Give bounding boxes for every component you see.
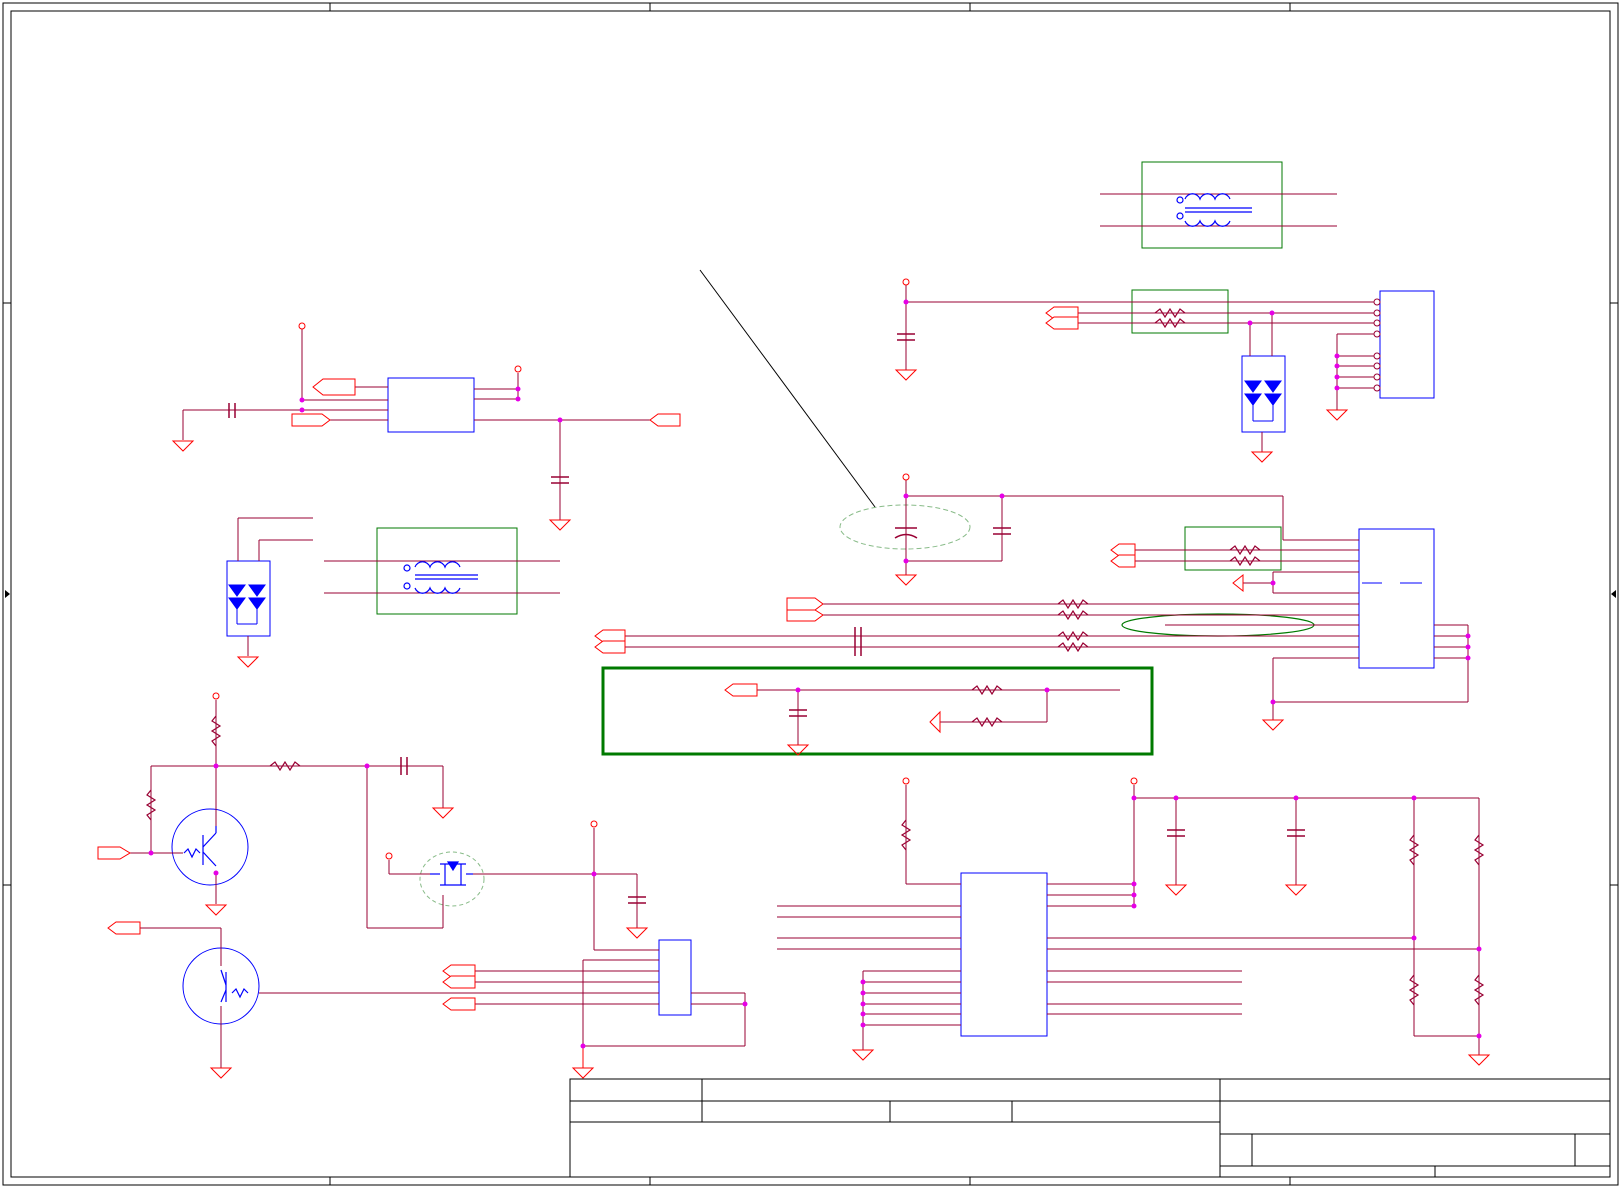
offpage-connectors [97, 306, 1244, 1011]
filter-highlight-box [601, 666, 1154, 756]
ground-icon [571, 1067, 595, 1079]
offpage-connector [442, 964, 476, 978]
ground-icon [1164, 884, 1188, 896]
ground-symbols [171, 369, 1491, 1079]
power-pins [212, 278, 1138, 860]
offpage-connector [1232, 573, 1244, 593]
dashed-capacitor-highlight [839, 504, 971, 550]
schematic-canvas [2, 2, 1619, 1186]
offpage-connector [594, 629, 626, 643]
offpage-connector [786, 609, 824, 622]
offpage-connector [724, 683, 758, 697]
ground-icon [1284, 884, 1308, 896]
ground-icon [236, 656, 260, 668]
ic-bodies [171, 290, 1435, 1037]
ground-icon [1261, 719, 1285, 731]
schematic-sheet [0, 0, 1621, 1189]
ground-icon [548, 519, 572, 531]
power-pin [590, 820, 598, 828]
annotation-leader-line [699, 269, 876, 508]
ground-icon [851, 1049, 875, 1061]
usb-connector-pins [1373, 298, 1381, 392]
offpage-connector [312, 378, 356, 396]
ground-icon [894, 369, 918, 381]
power-pin [1130, 777, 1138, 785]
connector-usb [1379, 290, 1435, 399]
capacitor-signal-series [854, 627, 862, 656]
offpage-connector [786, 597, 824, 611]
common-mode-choke-box-left [376, 527, 518, 615]
common-mode-choke-box-top [1141, 161, 1283, 249]
common-mode-choke-top [1176, 193, 1252, 227]
transistor-npn-lower-symbol [220, 969, 249, 1003]
offpage-connector [929, 710, 941, 734]
resistor-box-mid [1184, 526, 1282, 571]
esd-diodes-top [1244, 380, 1282, 422]
ground-icon [1250, 451, 1274, 463]
ground-icon [171, 440, 195, 452]
ground-icon [625, 927, 649, 939]
ic-bottom-small [658, 939, 692, 1016]
offpage-connector [107, 921, 141, 935]
power-pin [902, 473, 910, 481]
power-pin [902, 777, 910, 785]
dashed-mosfet-highlight [419, 851, 485, 907]
offpage-connector [1045, 316, 1079, 330]
zone-marker-left [5, 590, 10, 598]
offpage-connector [649, 413, 681, 427]
sheet-frame [2, 2, 1619, 1186]
highlight-boxes [376, 161, 1315, 907]
ic-top-left [387, 377, 475, 433]
ground-icon [1325, 409, 1349, 421]
offpage-connector [1110, 543, 1136, 557]
ground-icon [1467, 1054, 1491, 1066]
ground-icon [431, 807, 455, 819]
zone-marker-right [1611, 590, 1616, 598]
offpage-connector [442, 997, 476, 1011]
power-pin [902, 278, 910, 286]
offpage-connector [442, 975, 476, 989]
transistor-npn-upper-symbol [183, 826, 217, 867]
junction-dots [148, 299, 1482, 1049]
transistor-npn-upper [171, 808, 249, 886]
connector-mid-right [1358, 528, 1435, 669]
offpage-connector [291, 413, 331, 427]
power-pin [212, 692, 220, 700]
power-pin [385, 852, 393, 860]
title-block [569, 1078, 1611, 1178]
ground-icon [204, 904, 228, 916]
esd-diodes-left [228, 584, 266, 625]
resistors [145, 307, 1485, 1006]
wires [130, 193, 1480, 1068]
power-pin [514, 365, 522, 373]
ground-icon [209, 1067, 233, 1079]
ground-icon [894, 574, 918, 586]
offpage-connector [1110, 554, 1136, 568]
resistor-box-usb [1131, 289, 1229, 334]
mosfet-symbol [430, 861, 473, 886]
offpage-connector [97, 846, 131, 860]
ic-bottom-center [960, 872, 1048, 1037]
power-pin [298, 322, 306, 330]
offpage-connector [594, 640, 626, 654]
common-mode-choke-left [403, 561, 478, 594]
